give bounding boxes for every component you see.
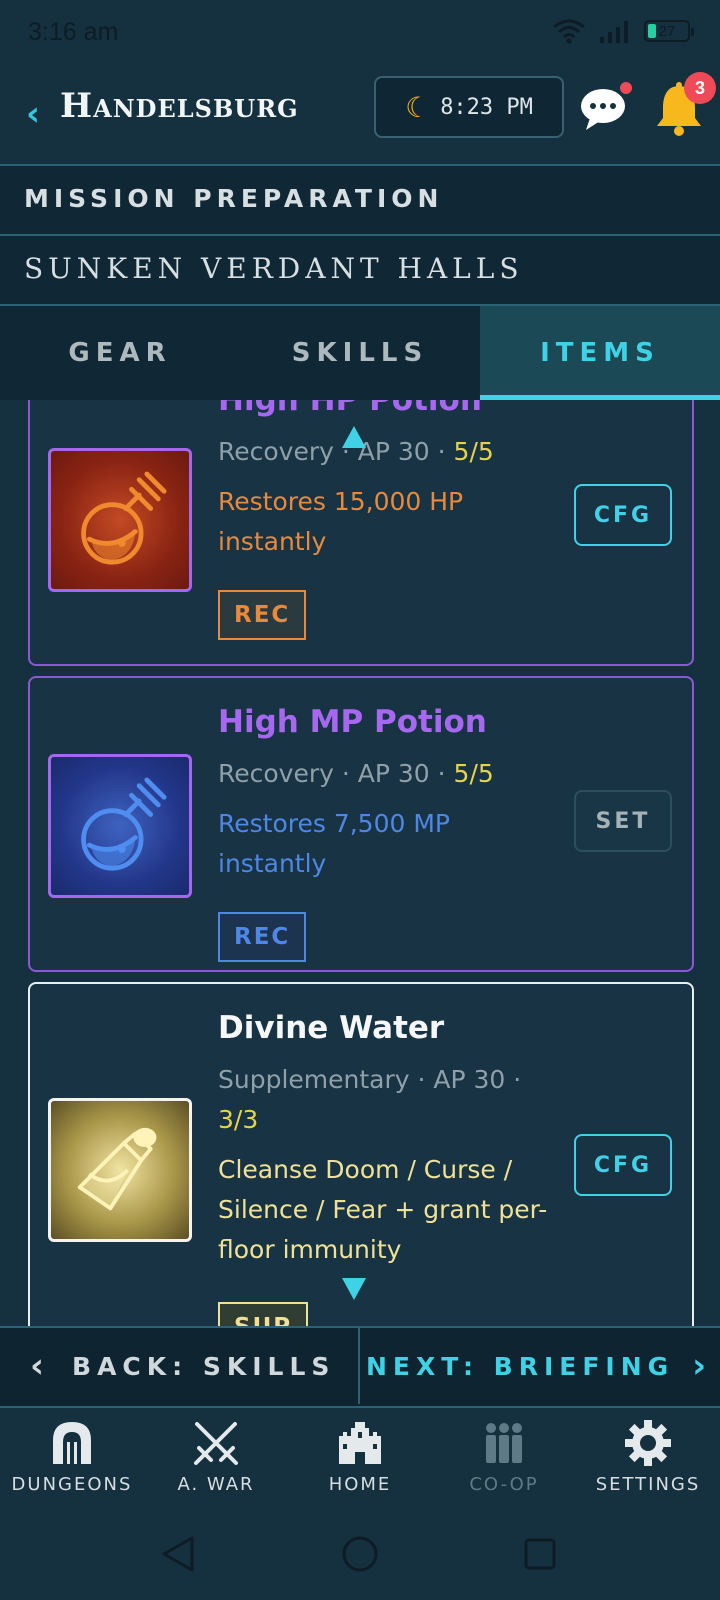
nav-label: HOME [328, 1474, 392, 1495]
city-title: Handelsburg [60, 86, 299, 126]
item-list[interactable]: High HP Potion Recovery · AP 30 · 5/5 Re… [0, 400, 720, 1326]
nav-co-op[interactable]: CO-OP [432, 1408, 576, 1506]
location-row: SUNKEN VERDANT HALLS [0, 234, 720, 304]
nav-alliance-war[interactable]: A. WAR [144, 1408, 288, 1506]
chevron-left-icon: ‹ [30, 1346, 45, 1386]
crossed-swords-icon [194, 1422, 238, 1465]
moon-icon: ☾ [405, 90, 431, 124]
item-name: Divine Water [218, 1010, 445, 1046]
mission-preparation-row: MISSION PREPARATION [0, 164, 720, 234]
nav-settings[interactable]: SETTINGS [576, 1408, 720, 1506]
status-bar: 3:16 am 27 [0, 0, 720, 66]
item-card-divine-water[interactable]: Divine Water Supplementary · AP 30 · 3/3… [28, 982, 694, 1326]
item-stock: 5/5 [453, 437, 494, 466]
item-description: Restores 15,000 HP instantly [218, 487, 464, 556]
item-card-high-mp-potion[interactable]: High MP Potion Recovery · AP 30 · 5/5 Re… [28, 676, 694, 972]
item-type-ap: Recovery · AP 30 · [218, 437, 454, 466]
red-potion-icon [48, 448, 192, 592]
item-meta: Recovery · AP 30 · 5/5 [218, 432, 548, 472]
next-label: NEXT: BRIEFING [366, 1351, 675, 1381]
item-description: Cleanse Doom / Curse / Silence / Fear + … [218, 1155, 548, 1264]
status-icons: 27 [552, 18, 694, 44]
nav-label: DUNGEONS [11, 1474, 133, 1495]
tab-gear[interactable]: GEAR [0, 306, 240, 400]
item-stock: 3/3 [218, 1105, 259, 1134]
chat-unread-dot [620, 82, 632, 94]
next-briefing-button[interactable]: NEXT: BRIEFING › [360, 1328, 720, 1404]
nav-label: SETTINGS [595, 1474, 701, 1495]
tab-items[interactable]: ITEMS [480, 306, 720, 400]
item-type-ap: Supplementary · AP 30 · [218, 1065, 522, 1094]
chevron-right-icon: › [692, 1346, 707, 1386]
tab-skills[interactable]: SKILLS [240, 306, 480, 400]
dungeon-location: SUNKEN VERDANT HALLS [24, 252, 524, 285]
item-category-tag: REC [218, 912, 307, 962]
nav-label: A. WAR [177, 1474, 255, 1495]
system-recents-icon[interactable] [522, 1534, 558, 1574]
item-category-tag: SUP [218, 1302, 309, 1326]
dungeon-gate-icon [53, 1422, 91, 1464]
blue-potion-icon [48, 754, 192, 898]
configure-button[interactable]: CFG [574, 484, 672, 546]
bottom-nav: DUNGEONS A. WAR HOME CO-OP SETTINGS [0, 1406, 720, 1506]
clock-time: 8:23 PM [440, 94, 533, 120]
item-category-tag: REC [218, 590, 307, 640]
nav-home[interactable]: HOME [288, 1408, 432, 1506]
scroll-down-icon[interactable] [342, 1278, 366, 1300]
group-icon [486, 1423, 522, 1463]
nav-label: CO-OP [469, 1474, 539, 1495]
item-type-ap: Recovery · AP 30 · [218, 759, 454, 788]
item-meta: Supplementary · AP 30 · 3/3 [218, 1060, 548, 1140]
prep-tabs: GEAR SKILLS ITEMS [0, 304, 720, 400]
configure-button[interactable]: CFG [574, 1134, 672, 1196]
item-stock: 5/5 [453, 759, 494, 788]
mission-title: MISSION PREPARATION [24, 184, 444, 213]
game-clock: ☾ 8:23 PM [374, 76, 564, 138]
divine-water-bottle-icon [48, 1098, 192, 1242]
system-back-icon[interactable] [160, 1534, 196, 1574]
scroll-up-icon[interactable] [342, 426, 366, 448]
castle-icon [339, 1422, 381, 1464]
set-button[interactable]: SET [574, 790, 672, 852]
nav-dungeons[interactable]: DUNGEONS [0, 1408, 144, 1506]
system-home-icon[interactable] [340, 1534, 380, 1574]
item-meta: Recovery · AP 30 · 5/5 [218, 754, 548, 794]
app-header: ‹ Handelsburg ☾ 8:23 PM 3 [0, 66, 720, 164]
system-navigation-bar [0, 1506, 720, 1600]
wifi-icon [552, 18, 586, 44]
battery-icon: 27 [644, 20, 694, 42]
gear-icon [625, 1420, 671, 1466]
notification-badge: 3 [684, 72, 716, 104]
step-navigation: ‹ BACK: SKILLS NEXT: BRIEFING › [0, 1326, 720, 1406]
signal-icon [598, 19, 632, 43]
back-label: BACK: SKILLS [72, 1351, 336, 1381]
item-name: High MP Potion [218, 704, 487, 740]
item-name: High HP Potion [218, 400, 482, 418]
back-skills-button[interactable]: ‹ BACK: SKILLS [0, 1328, 360, 1404]
item-description: Restores 7,500 MP instantly [218, 809, 450, 878]
back-button[interactable]: ‹ [26, 94, 40, 134]
status-time: 3:16 am [28, 18, 119, 46]
